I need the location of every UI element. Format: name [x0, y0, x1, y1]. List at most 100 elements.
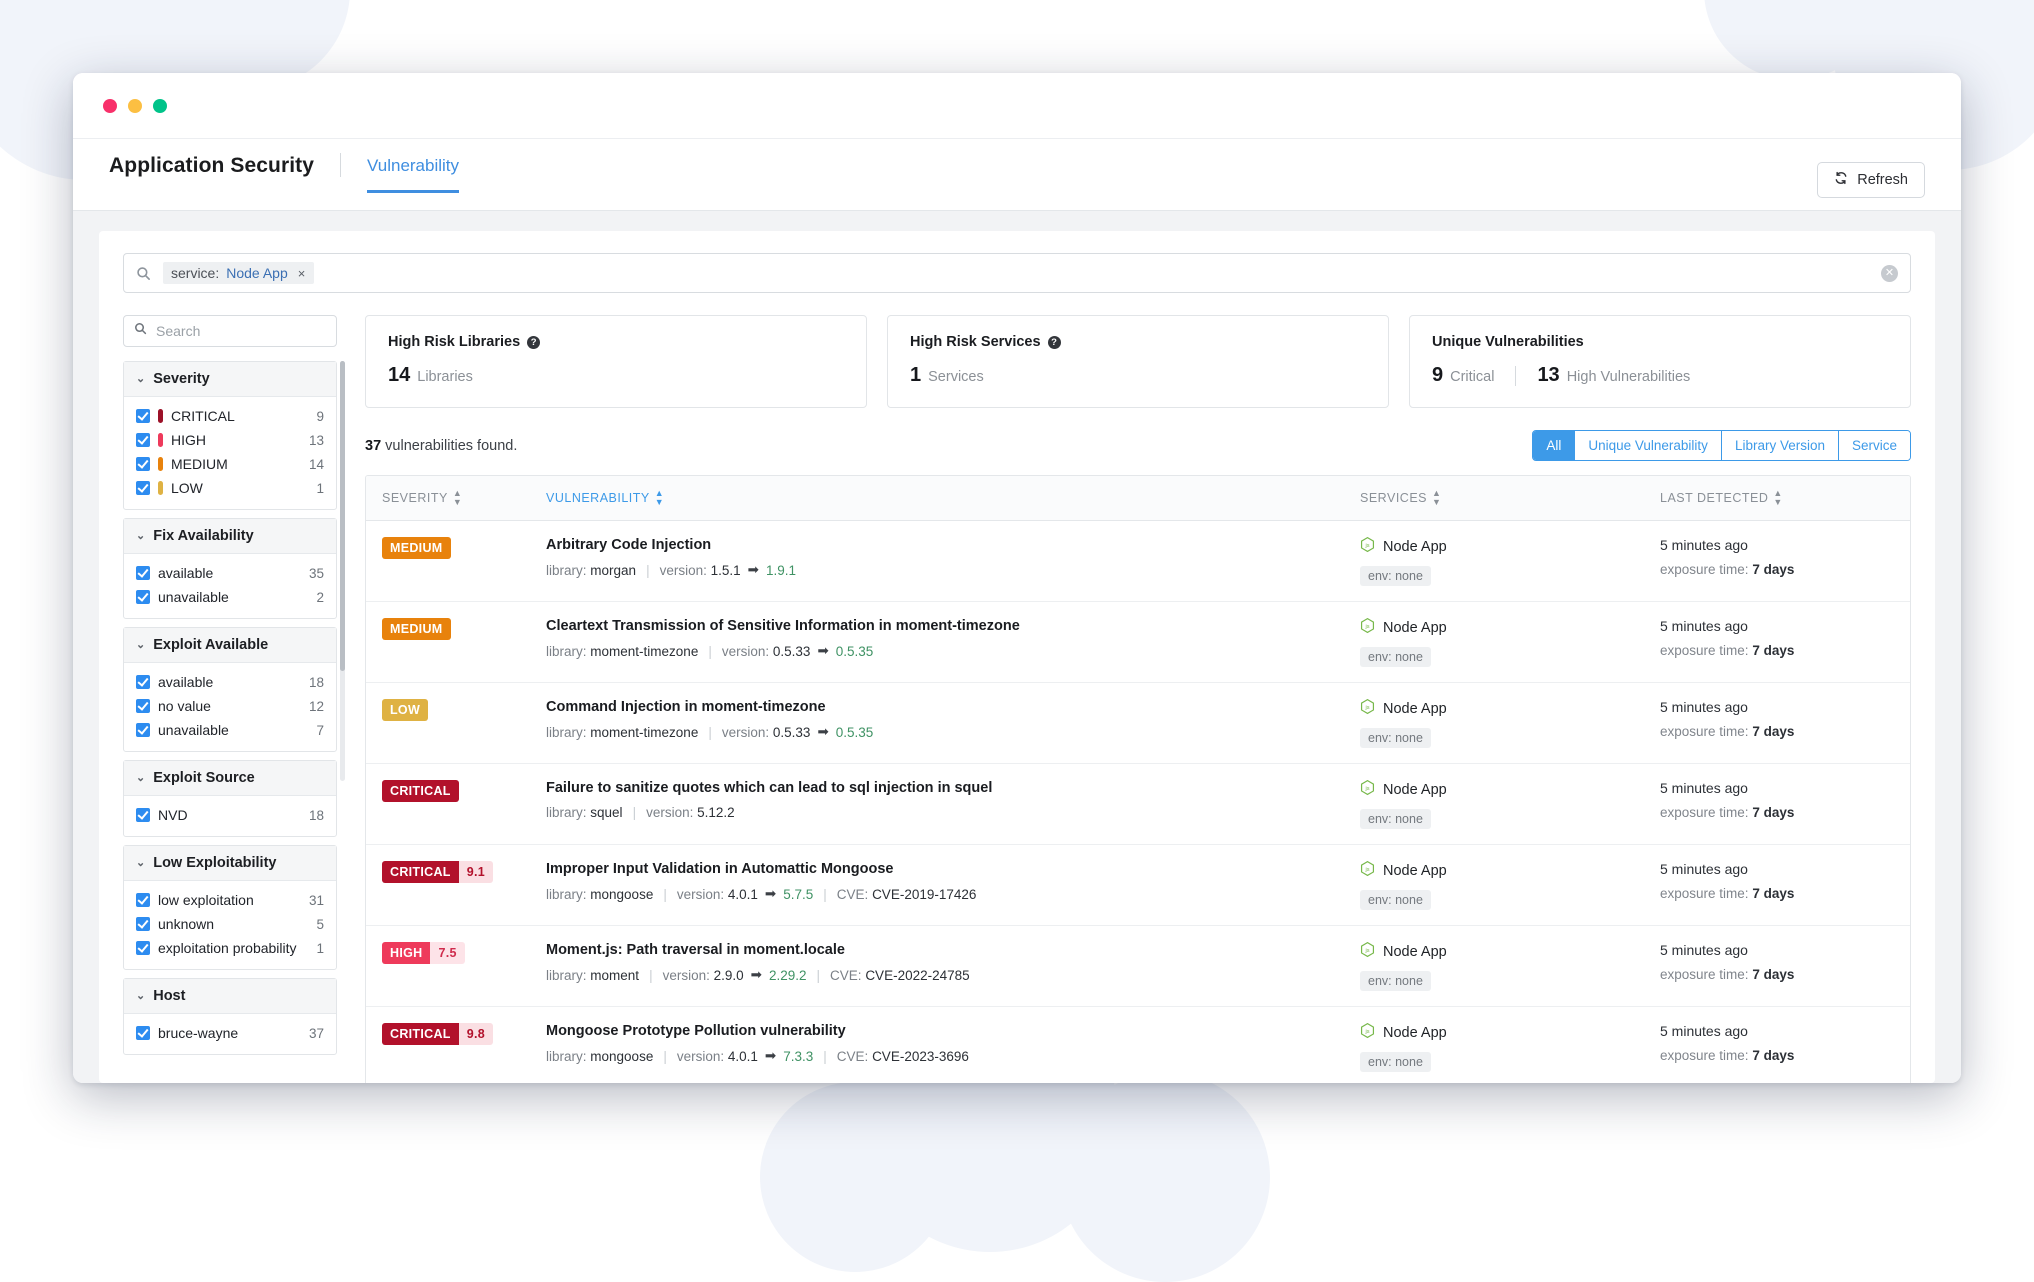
facet-header[interactable]: ⌄Fix Availability — [124, 519, 336, 554]
checkbox[interactable] — [136, 917, 150, 931]
table-row[interactable]: CRITICAL9.1Improper Input Validation in … — [366, 845, 1910, 926]
checkbox[interactable] — [136, 808, 150, 822]
facet-header[interactable]: ⌄Host — [124, 979, 336, 1014]
facet-option[interactable]: HIGH13 — [136, 428, 324, 452]
facet-option[interactable]: no value12 — [136, 694, 324, 718]
checkbox[interactable] — [136, 893, 150, 907]
vulnerability-title[interactable]: Mongoose Prototype Pollution vulnerabili… — [546, 1023, 1360, 1039]
facet-option[interactable]: CRITICAL9 — [136, 404, 324, 428]
facet-option[interactable]: unknown5 — [136, 912, 324, 936]
vulnerability-title[interactable]: Command Injection in moment-timezone — [546, 699, 1360, 715]
checkbox[interactable] — [136, 1026, 150, 1040]
checkbox[interactable] — [136, 409, 150, 423]
vulnerability-meta: library: moment-timezone|version: 0.5.33… — [546, 724, 1360, 740]
segment-library-version[interactable]: Library Version — [1721, 431, 1838, 460]
env-badge: env: none — [1360, 728, 1431, 748]
checkbox[interactable] — [136, 566, 150, 580]
checkbox[interactable] — [136, 433, 150, 447]
exposure-time: exposure time: 7 days — [1660, 967, 1910, 982]
sidebar-scrollbar[interactable] — [340, 361, 345, 781]
meta-divider: | — [663, 1049, 667, 1064]
checkbox[interactable] — [136, 457, 150, 471]
facet-option[interactable]: unavailable2 — [136, 585, 324, 609]
checkbox[interactable] — [136, 699, 150, 713]
cell-last-detected: 5 minutes agoexposure time: 7 days — [1660, 699, 1910, 748]
facet-option[interactable]: LOW1 — [136, 476, 324, 500]
facet-option[interactable]: unavailable7 — [136, 718, 324, 742]
help-icon[interactable]: ? — [1048, 336, 1061, 349]
chip-value: Node App — [226, 265, 288, 281]
facet-option[interactable]: available35 — [136, 561, 324, 585]
vulnerability-title[interactable]: Arbitrary Code Injection — [546, 537, 1360, 553]
vulnerability-title[interactable]: Moment.js: Path traversal in moment.loca… — [546, 942, 1360, 958]
service-entry[interactable]: jsNode App — [1360, 1023, 1660, 1043]
table-row[interactable]: LOW Command Injection in moment-timezone l… — [366, 683, 1910, 764]
window-minimize-button[interactable] — [128, 99, 142, 113]
facet-option[interactable]: MEDIUM14 — [136, 452, 324, 476]
facet-option[interactable]: exploitation probability1 — [136, 936, 324, 960]
checkbox[interactable] — [136, 481, 150, 495]
service-entry[interactable]: jsNode App — [1360, 537, 1660, 557]
query-bar[interactable]: service: Node App × ✕ — [123, 253, 1911, 293]
tab-vulnerability[interactable]: Vulnerability — [367, 156, 459, 193]
cell-vulnerability: Moment.js: Path traversal in moment.loca… — [546, 942, 1360, 991]
column-header-services[interactable]: SERVICES ▲▼ — [1360, 489, 1660, 507]
facet-header[interactable]: ⌄Severity — [124, 362, 336, 397]
checkbox[interactable] — [136, 675, 150, 689]
current-version: 4.0.1 — [728, 887, 758, 902]
clear-query-icon[interactable]: ✕ — [1881, 265, 1898, 282]
exposure-label: exposure time: — [1660, 562, 1749, 577]
chip-remove-icon[interactable]: × — [295, 266, 309, 281]
column-header-vulnerability[interactable]: VULNERABILITY ▲▼ — [546, 489, 1360, 507]
status-badge: LOW — [382, 699, 428, 721]
vulnerability-title[interactable]: Cleartext Transmission of Sensitive Info… — [546, 618, 1360, 634]
table-row[interactable]: CRITICALFailure to sanitize quotes which… — [366, 764, 1910, 845]
sidebar-search[interactable] — [123, 315, 337, 347]
facet-option[interactable]: available18 — [136, 670, 324, 694]
column-header-last-detected[interactable]: LAST DETECTED ▲▼ — [1660, 489, 1910, 507]
results-count-label: vulnerabilities found. — [385, 438, 517, 454]
column-header-severity[interactable]: SEVERITY ▲▼ — [382, 489, 546, 507]
checkbox[interactable] — [136, 723, 150, 737]
segment-all[interactable]: All — [1533, 431, 1574, 460]
segment-unique-vulnerability[interactable]: Unique Vulnerability — [1574, 431, 1721, 460]
group-by-segmented-control[interactable]: AllUnique VulnerabilityLibrary VersionSe… — [1532, 430, 1911, 461]
checkbox[interactable] — [136, 590, 150, 604]
checkbox[interactable] — [136, 941, 150, 955]
facet-option[interactable]: NVD18 — [136, 803, 324, 827]
help-icon[interactable]: ? — [527, 336, 540, 349]
facet-option[interactable]: low exploitation31 — [136, 888, 324, 912]
service-entry[interactable]: jsNode App — [1360, 942, 1660, 962]
window-maximize-button[interactable] — [153, 99, 167, 113]
facet-option-label: NVD — [158, 807, 301, 823]
service-entry[interactable]: jsNode App — [1360, 618, 1660, 638]
summary-card-value: 14Libraries — [388, 364, 844, 387]
facet-header[interactable]: ⌄Low Exploitability — [124, 846, 336, 881]
service-entry[interactable]: jsNode App — [1360, 699, 1660, 719]
search-input[interactable] — [156, 323, 326, 339]
table-row[interactable]: MEDIUMCleartext Transmission of Sensitiv… — [366, 602, 1910, 683]
vulnerability-title[interactable]: Improper Input Validation in Automattic … — [546, 861, 1360, 877]
table-row[interactable]: CRITICAL9.8Mongoose Prototype Pollution … — [366, 1007, 1910, 1083]
facet-option-count: 14 — [309, 457, 324, 472]
table-row[interactable]: MEDIUMArbitrary Code Injectionlibrary: m… — [366, 521, 1910, 602]
arrow-right-icon: ➡ — [751, 967, 762, 983]
vulnerability-title[interactable]: Failure to sanitize quotes which can lea… — [546, 780, 1360, 796]
refresh-button[interactable]: Refresh — [1817, 162, 1925, 198]
vulnerabilities-table: SEVERITY ▲▼ VULNERABILITY ▲▼ SERVICES ▲▼ — [365, 475, 1911, 1083]
cve-label: CVE: — [830, 968, 862, 983]
facet-option[interactable]: bruce-wayne37 — [136, 1021, 324, 1045]
service-entry[interactable]: jsNode App — [1360, 861, 1660, 881]
facet-option-count: 18 — [309, 675, 324, 690]
filter-chip-service[interactable]: service: Node App × — [163, 262, 314, 284]
header-divider — [340, 153, 341, 177]
window-close-button[interactable] — [103, 99, 117, 113]
segment-service[interactable]: Service — [1838, 431, 1910, 460]
facet-header[interactable]: ⌄Exploit Available — [124, 628, 336, 663]
table-row[interactable]: HIGH7.5Moment.js: Path traversal in mome… — [366, 926, 1910, 1007]
results-count-number: 37 — [365, 438, 381, 454]
facet-header[interactable]: ⌄Exploit Source — [124, 761, 336, 796]
current-version: 0.5.33 — [773, 725, 811, 740]
cell-vulnerability: Command Injection in moment-timezone libr… — [546, 699, 1360, 748]
service-entry[interactable]: jsNode App — [1360, 780, 1660, 800]
